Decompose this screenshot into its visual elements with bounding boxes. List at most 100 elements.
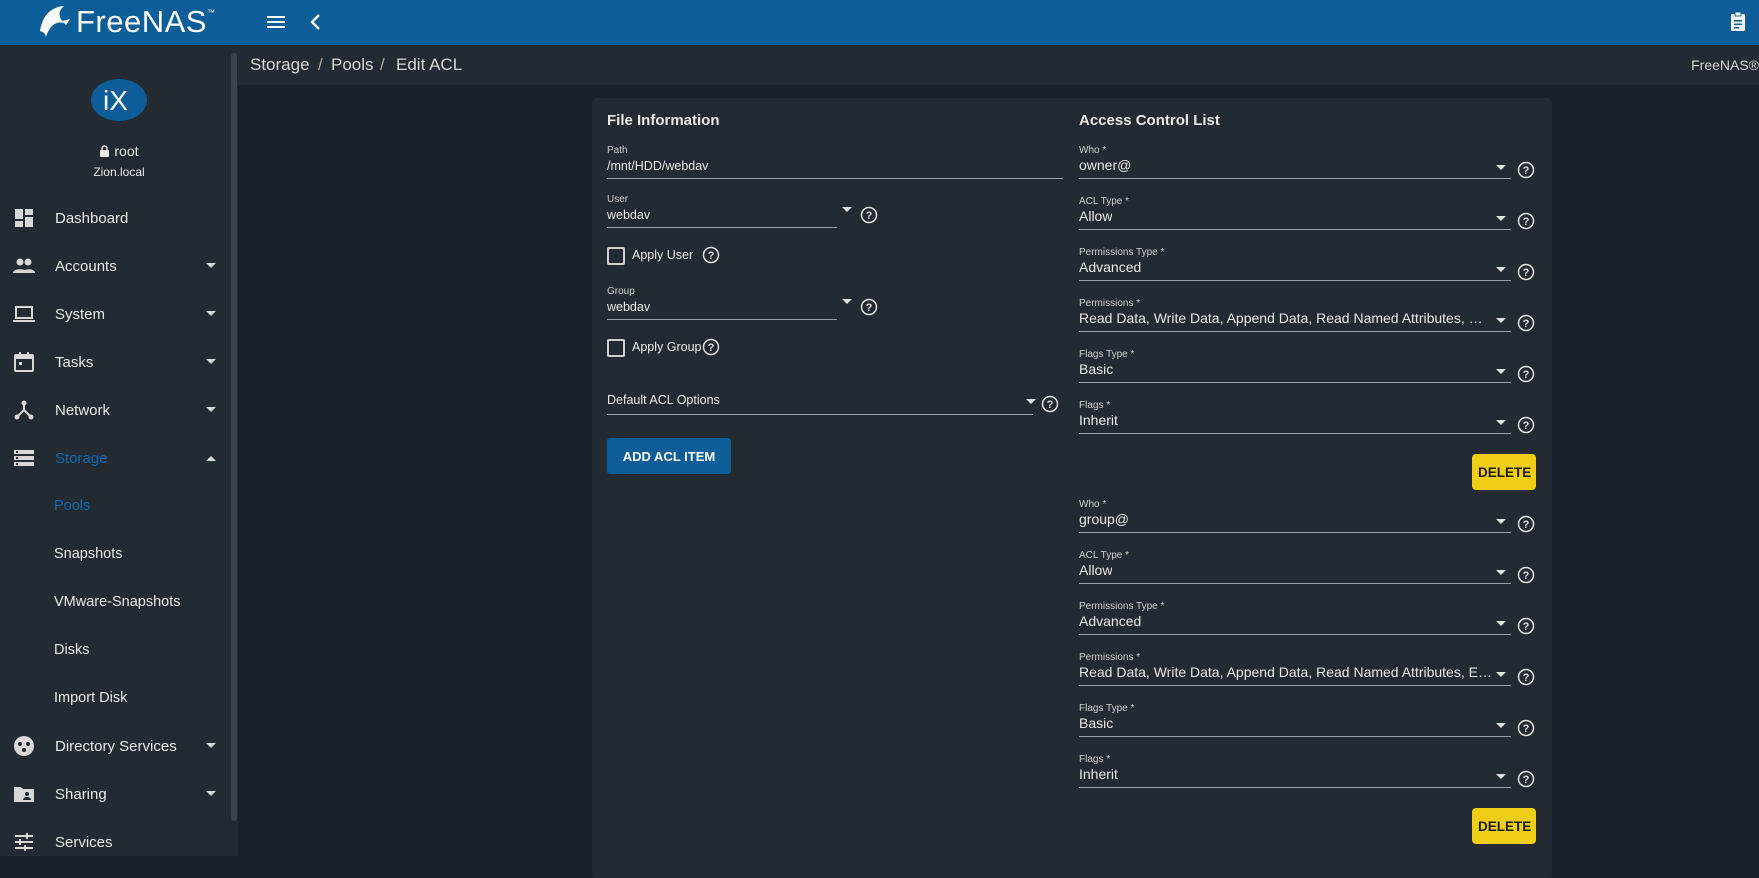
permissions-value: Read Data, Write Data, Append Data, Read… [1079, 310, 1493, 326]
permissions-dropdown-icon[interactable] [1496, 318, 1506, 323]
flags-dropdown-icon[interactable] [1496, 420, 1506, 425]
sidebar-item-directory-services[interactable]: Directory Services [0, 722, 232, 770]
who-dropdown-icon[interactable] [1496, 165, 1506, 170]
freenas-logo[interactable]: FreeNAS ™ [36, 2, 215, 42]
help-icon[interactable]: ? [1517, 263, 1535, 281]
sidebar-item-sharing[interactable]: Sharing [0, 770, 232, 818]
chevron-down-icon [206, 791, 216, 796]
username: root [114, 143, 139, 159]
chevron-down-icon [206, 743, 216, 748]
sidebar-subitem-snapshots[interactable]: Snapshots [0, 530, 232, 578]
edit-acl-card: File Information Path /mnt/HDD/webdav Us… [592, 98, 1552, 878]
user-dropdown-icon[interactable] [842, 207, 852, 212]
delete-acl-entry-button[interactable]: DELETE [1472, 808, 1536, 844]
group-select[interactable]: Group webdav [607, 286, 837, 322]
permissions-type-select[interactable]: Permissions Type * Advanced [1079, 247, 1511, 283]
permissions-select[interactable]: Permissions * Read Data, Write Data, App… [1079, 652, 1511, 688]
storage-icon [14, 450, 34, 466]
acl-type-select[interactable]: ACL Type * Allow [1079, 196, 1511, 232]
sidebar-subitem-label: Import Disk [54, 690, 128, 706]
help-icon[interactable]: ? [860, 298, 878, 316]
help-icon[interactable]: ? [702, 246, 720, 264]
accounts-icon [13, 258, 35, 273]
flags-type-select[interactable]: Flags Type * Basic [1079, 703, 1511, 739]
permissions-select[interactable]: Permissions * Read Data, Write Data, App… [1079, 298, 1511, 334]
help-icon[interactable]: ? [1517, 770, 1535, 788]
flags-type-dropdown-icon[interactable] [1496, 369, 1506, 374]
help-icon[interactable]: ? [1517, 668, 1535, 686]
permissions-type-value: Advanced [1079, 259, 1142, 275]
acl-type-underline [1079, 583, 1511, 584]
help-icon[interactable]: ? [1517, 416, 1535, 434]
permissions-type-underline [1079, 280, 1511, 281]
svg-text:?: ? [1523, 420, 1530, 432]
flags-type-select[interactable]: Flags Type * Basic [1079, 349, 1511, 385]
sidebar-item-tasks[interactable]: Tasks [0, 338, 232, 386]
flags-value: Inherit [1079, 766, 1118, 782]
default-acl-options-select[interactable]: Default ACL Options [607, 381, 1033, 417]
help-icon[interactable]: ? [1041, 395, 1059, 413]
permissions-dropdown-icon[interactable] [1496, 672, 1506, 677]
sidebar-scrollbar[interactable] [231, 53, 237, 821]
who-select[interactable]: Who * group@ [1079, 499, 1511, 535]
sidebar-item-system[interactable]: System [0, 290, 232, 338]
breadcrumb-pools[interactable]: Pools [331, 55, 374, 75]
apply-user-checkbox[interactable] [607, 247, 625, 265]
help-icon[interactable]: ? [1517, 161, 1535, 179]
sidebar-item-accounts[interactable]: Accounts [0, 242, 232, 290]
flags-type-dropdown-icon[interactable] [1496, 723, 1506, 728]
help-icon[interactable]: ? [1517, 515, 1535, 533]
sidebar-subitem-import-disk[interactable]: Import Disk [0, 674, 232, 722]
logo-trademark: ™ [206, 7, 215, 17]
help-icon[interactable]: ? [1517, 617, 1535, 635]
user-select[interactable]: User webdav [607, 194, 837, 230]
acl-type-dropdown-icon[interactable] [1496, 216, 1506, 221]
acl-type-dropdown-icon[interactable] [1496, 570, 1506, 575]
path-underline [607, 178, 1063, 179]
default-acl-dropdown-icon[interactable] [1026, 399, 1036, 404]
acl-type-select[interactable]: ACL Type * Allow [1079, 550, 1511, 586]
sidebar-subitem-pools[interactable]: Pools [0, 482, 232, 530]
default-acl-underline [607, 414, 1033, 415]
chevron-down-icon [206, 407, 216, 412]
permissions-type-underline [1079, 634, 1511, 635]
flags-type-underline [1079, 382, 1511, 383]
breadcrumb-storage[interactable]: Storage [250, 55, 310, 75]
back-chevron-icon[interactable] [304, 10, 328, 34]
sidebar-item-label: Storage [55, 449, 108, 467]
permissions-type-dropdown-icon[interactable] [1496, 267, 1506, 272]
help-icon[interactable]: ? [1517, 719, 1535, 737]
help-icon[interactable]: ? [1517, 212, 1535, 230]
clipboard-icon[interactable] [1726, 10, 1750, 34]
flags-dropdown-icon[interactable] [1496, 774, 1506, 779]
sidebar-item-services[interactable]: Services [0, 818, 232, 856]
sidebar-item-network[interactable]: Network [0, 386, 232, 434]
flags-underline [1079, 787, 1511, 788]
sidebar-subitem-disks[interactable]: Disks [0, 626, 232, 674]
svg-text:?: ? [1523, 774, 1530, 786]
permissions-type-dropdown-icon[interactable] [1496, 621, 1506, 626]
sidebar-subitem-vmware-snapshots[interactable]: VMware-Snapshots [0, 578, 232, 626]
acl-type-label: ACL Type * [1079, 196, 1130, 207]
flags-select[interactable]: Flags * Inherit [1079, 400, 1511, 436]
apply-group-label: Apply Group [632, 340, 702, 354]
sidebar-item-label: Dashboard [55, 209, 129, 227]
permissions-type-select[interactable]: Permissions Type * Advanced [1079, 601, 1511, 637]
menu-icon[interactable] [264, 10, 288, 34]
help-icon[interactable]: ? [1517, 314, 1535, 332]
help-icon[interactable]: ? [1517, 365, 1535, 383]
help-icon[interactable]: ? [860, 206, 878, 224]
add-acl-item-button[interactable]: ADD ACL ITEM [607, 438, 731, 474]
sidebar-item-dashboard[interactable]: Dashboard [0, 194, 232, 242]
help-icon[interactable]: ? [1517, 566, 1535, 584]
user-underline [607, 227, 837, 228]
apply-group-checkbox[interactable] [607, 339, 625, 357]
group-dropdown-icon[interactable] [842, 299, 852, 304]
who-select[interactable]: Who * owner@ [1079, 145, 1511, 181]
flags-select[interactable]: Flags * Inherit [1079, 754, 1511, 790]
sidebar-item-storage[interactable]: Storage [0, 434, 232, 482]
who-dropdown-icon[interactable] [1496, 519, 1506, 524]
delete-acl-entry-button[interactable]: DELETE [1472, 454, 1536, 490]
help-icon[interactable]: ? [702, 338, 720, 356]
path-field[interactable]: Path /mnt/HDD/webdav [607, 145, 1063, 181]
